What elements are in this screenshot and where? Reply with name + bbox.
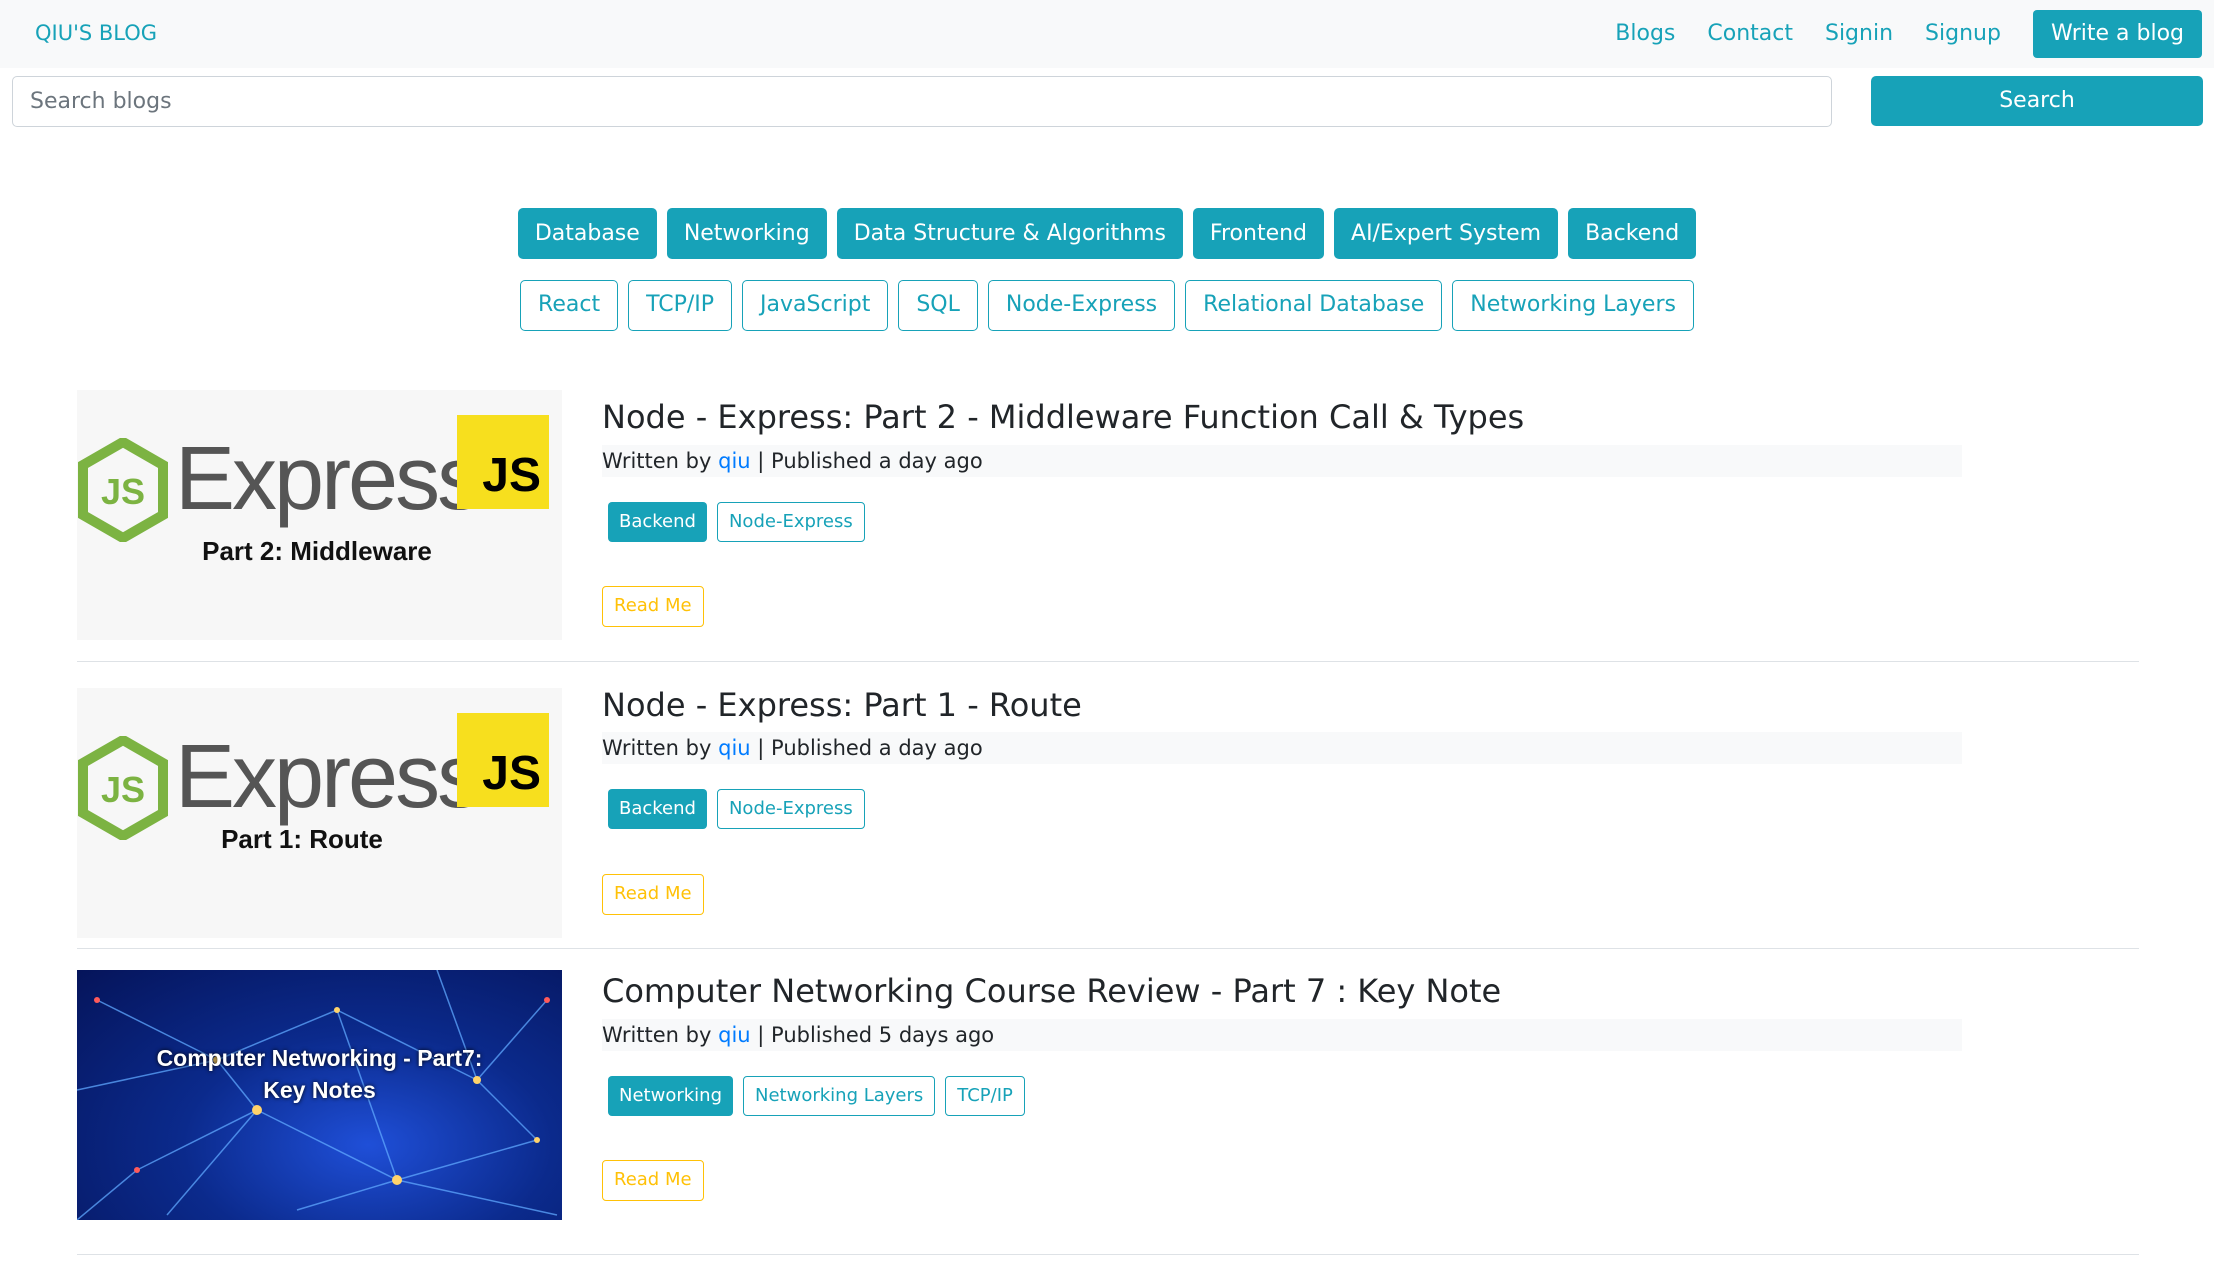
nodejs-logo-icon: JS <box>78 438 168 542</box>
thumb-caption: Computer Networking - Part7: Key Notes <box>156 1045 483 1103</box>
post-tag-badge[interactable]: Node-Express <box>716 789 865 829</box>
post-category-badge[interactable]: Backend <box>608 789 707 829</box>
divider <box>77 948 2139 949</box>
post-category-badge[interactable]: Networking <box>608 1076 733 1116</box>
written-by-label: Written by <box>602 736 712 760</box>
search-input[interactable]: Search blogs <box>12 76 1832 127</box>
divider <box>77 1254 2139 1255</box>
post-meta: Written by qiu | Published a day ago <box>602 445 1962 477</box>
express-logo-text: Express <box>175 429 482 529</box>
post-thumbnail[interactable]: JS Express JS Part 1: Route <box>77 688 562 938</box>
divider <box>77 661 2139 662</box>
thumb-caption: Part 2: Middleware <box>202 536 432 566</box>
write-blog-button[interactable]: Write a blog <box>2032 10 2202 58</box>
tag-tcp-ip[interactable]: TCP/IP <box>628 280 733 331</box>
published-text: | Published a day ago <box>757 736 983 760</box>
tag-list: React TCP/IP JavaScript SQL Node-Express… <box>0 280 2214 331</box>
tag-networking-layers[interactable]: Networking Layers <box>1452 280 1694 331</box>
post-tags: Backend Node-Express <box>608 789 875 829</box>
category-list: Database Networking Data Structure & Alg… <box>0 208 2214 259</box>
category-database[interactable]: Database <box>517 208 657 259</box>
brand-link[interactable]: QIU'S BLOG <box>35 21 157 45</box>
author-link[interactable]: qiu <box>718 1023 750 1047</box>
read-me-button[interactable]: Read Me <box>602 586 704 627</box>
js-badge: JS <box>457 713 549 807</box>
post-title[interactable]: Computer Networking Course Review - Part… <box>602 972 1501 1010</box>
post-meta: Written by qiu | Published a day ago <box>602 732 1962 764</box>
search-button[interactable]: Search <box>1871 76 2203 126</box>
svg-text:JS: JS <box>101 769 145 810</box>
post-title[interactable]: Node - Express: Part 2 - Middleware Func… <box>602 398 1524 436</box>
post-thumbnail[interactable]: Computer Networking - Part7: Key Notes <box>77 970 562 1220</box>
category-ai-expert-system[interactable]: AI/Expert System <box>1334 208 1559 259</box>
post-tags: Networking Networking Layers TCP/IP <box>608 1076 1035 1116</box>
post-thumbnail[interactable]: JS Express JS Part 2: Middleware <box>77 390 562 640</box>
thumb-caption: Part 1: Route <box>221 824 383 854</box>
tag-relational-database[interactable]: Relational Database <box>1185 280 1443 331</box>
nav-link-contact[interactable]: Contact <box>1707 10 1793 58</box>
written-by-label: Written by <box>602 449 712 473</box>
category-data-structure-algorithms[interactable]: Data Structure & Algorithms <box>836 208 1183 259</box>
nav-link-signup[interactable]: Signup <box>1925 10 2001 58</box>
category-frontend[interactable]: Frontend <box>1192 208 1325 259</box>
tag-react[interactable]: React <box>520 280 619 331</box>
post-tag-badge[interactable]: TCP/IP <box>945 1076 1025 1116</box>
post-tags: Backend Node-Express <box>608 502 875 542</box>
tag-javascript[interactable]: JavaScript <box>742 280 889 331</box>
nav-link-blogs[interactable]: Blogs <box>1615 10 1675 58</box>
post-title[interactable]: Node - Express: Part 1 - Route <box>602 686 1082 724</box>
published-text: | Published 5 days ago <box>757 1023 995 1047</box>
post-tag-badge[interactable]: Node-Express <box>716 502 865 542</box>
read-me-button[interactable]: Read Me <box>602 1160 704 1201</box>
nav-links: Blogs Contact Signin Signup Write a blog <box>1615 10 2202 58</box>
post-tag-badge[interactable]: Networking Layers <box>743 1076 936 1116</box>
category-backend[interactable]: Backend <box>1568 208 1697 259</box>
author-link[interactable]: qiu <box>718 449 750 473</box>
read-me-button[interactable]: Read Me <box>602 874 704 915</box>
tag-sql[interactable]: SQL <box>898 280 978 331</box>
nav-link-signin[interactable]: Signin <box>1825 10 1893 58</box>
author-link[interactable]: qiu <box>718 736 750 760</box>
svg-text:JS: JS <box>101 471 145 512</box>
js-badge: JS <box>457 415 549 509</box>
navbar: QIU'S BLOG Blogs Contact Signin Signup W… <box>0 0 2214 68</box>
post-category-badge[interactable]: Backend <box>608 502 707 542</box>
tag-node-express[interactable]: Node-Express <box>987 280 1176 331</box>
express-logo-text: Express <box>175 727 482 827</box>
published-text: | Published a day ago <box>757 449 983 473</box>
category-networking[interactable]: Networking <box>666 208 827 259</box>
written-by-label: Written by <box>602 1023 712 1047</box>
post-meta: Written by qiu | Published 5 days ago <box>602 1019 1962 1051</box>
